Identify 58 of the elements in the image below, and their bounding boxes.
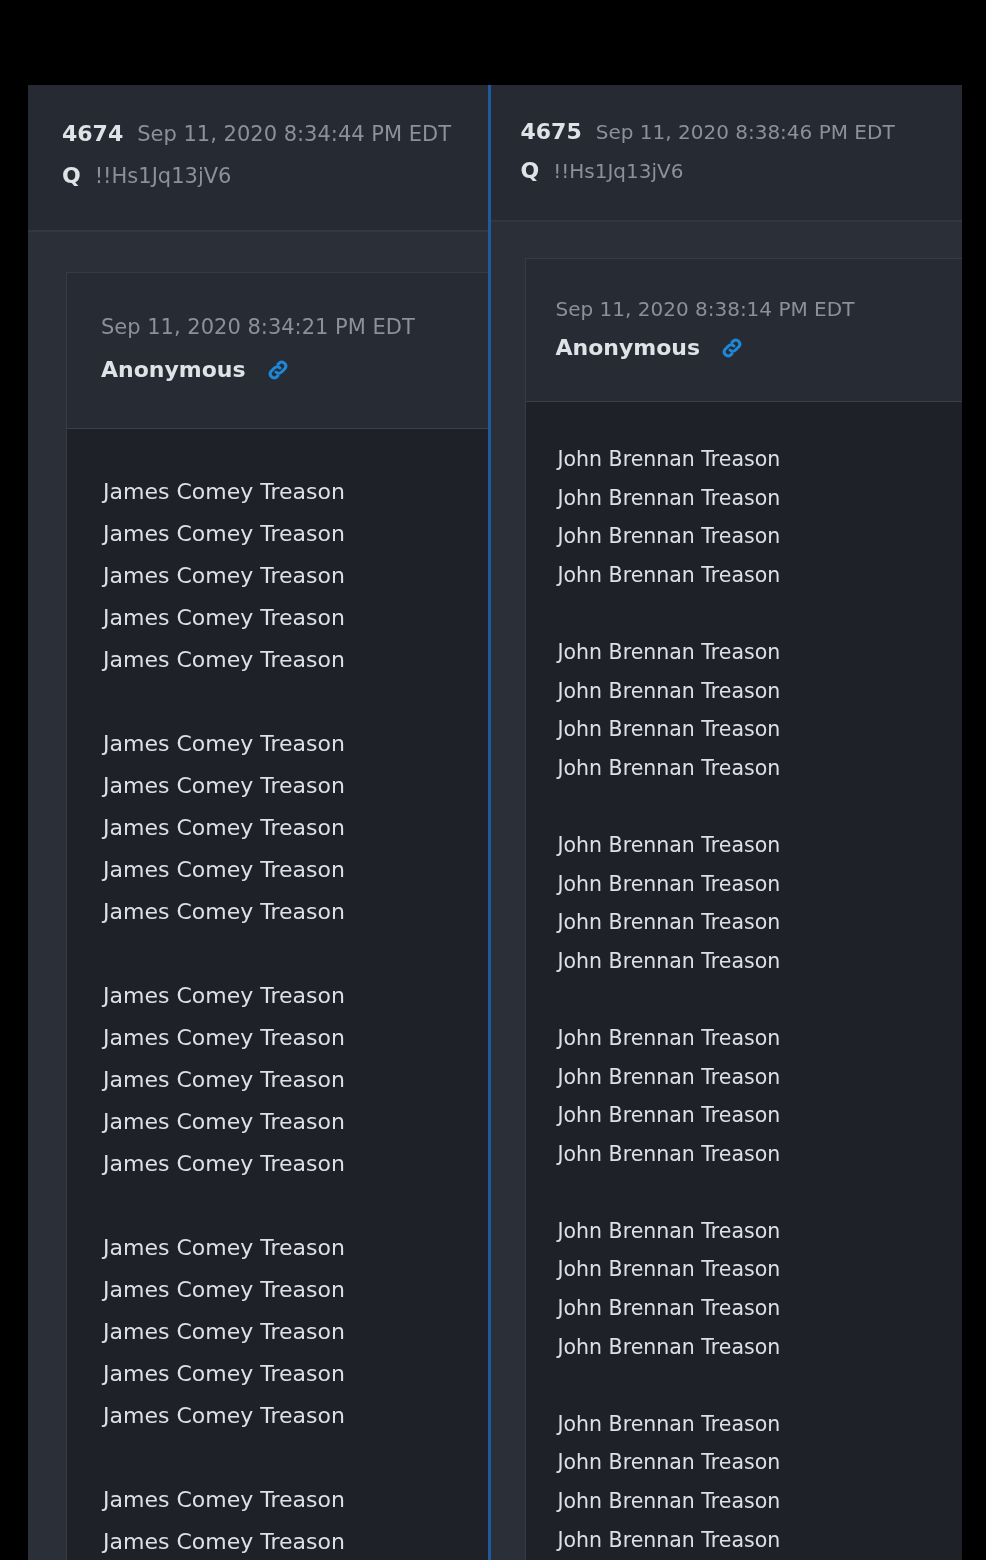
text-line: John Brennan Treason [557,638,782,666]
text-line: John Brennan Treason [557,446,782,473]
text-line: John Brennan Treason [557,1488,782,1516]
text-line: John Brennan Treason [557,484,782,512]
quote-time: Sep 11, 2020 8:38:14 PM EDT [555,297,856,323]
text-line: James Comey Treason [103,730,346,758]
post-time: Sep 11, 2020 8:34:44 PM EDT [137,122,452,146]
author-name: Q [62,163,81,188]
author-name: Q [520,158,540,183]
text-line: James Comey Treason [103,1402,346,1430]
text-line: James Comey Treason [103,604,346,632]
text-line: James Comey Treason [103,1318,346,1346]
text-line: John Brennan Treason [557,523,782,551]
text-line: John Brennan Treason [557,1024,782,1052]
text-line: John Brennan Treason [557,831,782,859]
text-line: James Comey Treason [103,646,346,674]
text-line: John Brennan Treason [557,870,782,898]
text-line: James Comey Treason [103,1066,346,1094]
post-time: Sep 11, 2020 8:38:46 PM EDT [595,120,895,144]
text-line: James Comey Treason [103,982,346,1010]
tripcode: !!Hs1Jq13jV6 [94,164,232,188]
text-line: John Brennan Treason [557,754,782,782]
text-line: John Brennan Treason [557,1333,782,1361]
text-line: John Brennan Treason [557,1256,782,1284]
text-line: James Comey Treason [103,1108,346,1136]
tripcode: !!Hs1Jq13jV6 [553,159,684,183]
text-line: James Comey Treason [103,814,346,842]
text-line: James Comey Treason [103,856,346,884]
post-number: 4675 [520,119,582,144]
text-line: James Comey Treason [103,1234,346,1262]
text-line: John Brennan Treason [557,909,782,937]
text-line: John Brennan Treason [557,1295,782,1323]
text-line: James Comey Treason [103,772,346,800]
text-line: John Brennan Treason [557,1449,782,1477]
text-line: James Comey Treason [103,478,346,506]
author-name: Anonymous [101,357,246,382]
text-line: James Comey Treason [103,520,346,548]
author-name: Anonymous [555,335,701,360]
text-line: John Brennan Treason [557,1140,782,1168]
text-line: James Comey Treason [103,1276,346,1304]
text-line: John Brennan Treason [557,1102,782,1130]
text-line: John Brennan Treason [557,561,782,589]
text-line: John Brennan Treason [557,1526,782,1554]
text-line: James Comey Treason [103,562,346,590]
post-number: 4674 [62,121,124,146]
text-line: John Brennan Treason [557,677,782,705]
text-line: John Brennan Treason [557,1063,782,1091]
text-line: John Brennan Treason [557,1217,782,1245]
quote-time: Sep 11, 2020 8:34:21 PM EDT [101,315,416,341]
text-line: James Comey Treason [103,1528,346,1556]
text-line: James Comey Treason [103,898,346,926]
text-line: John Brennan Treason [557,716,782,744]
text-line: John Brennan Treason [557,947,782,975]
text-line: James Comey Treason [103,1360,346,1388]
text-line: James Comey Treason [103,1486,346,1514]
text-line: James Comey Treason [103,1150,346,1178]
text-line: James Comey Treason [103,1024,346,1052]
text-line: John Brennan Treason [557,1410,782,1438]
